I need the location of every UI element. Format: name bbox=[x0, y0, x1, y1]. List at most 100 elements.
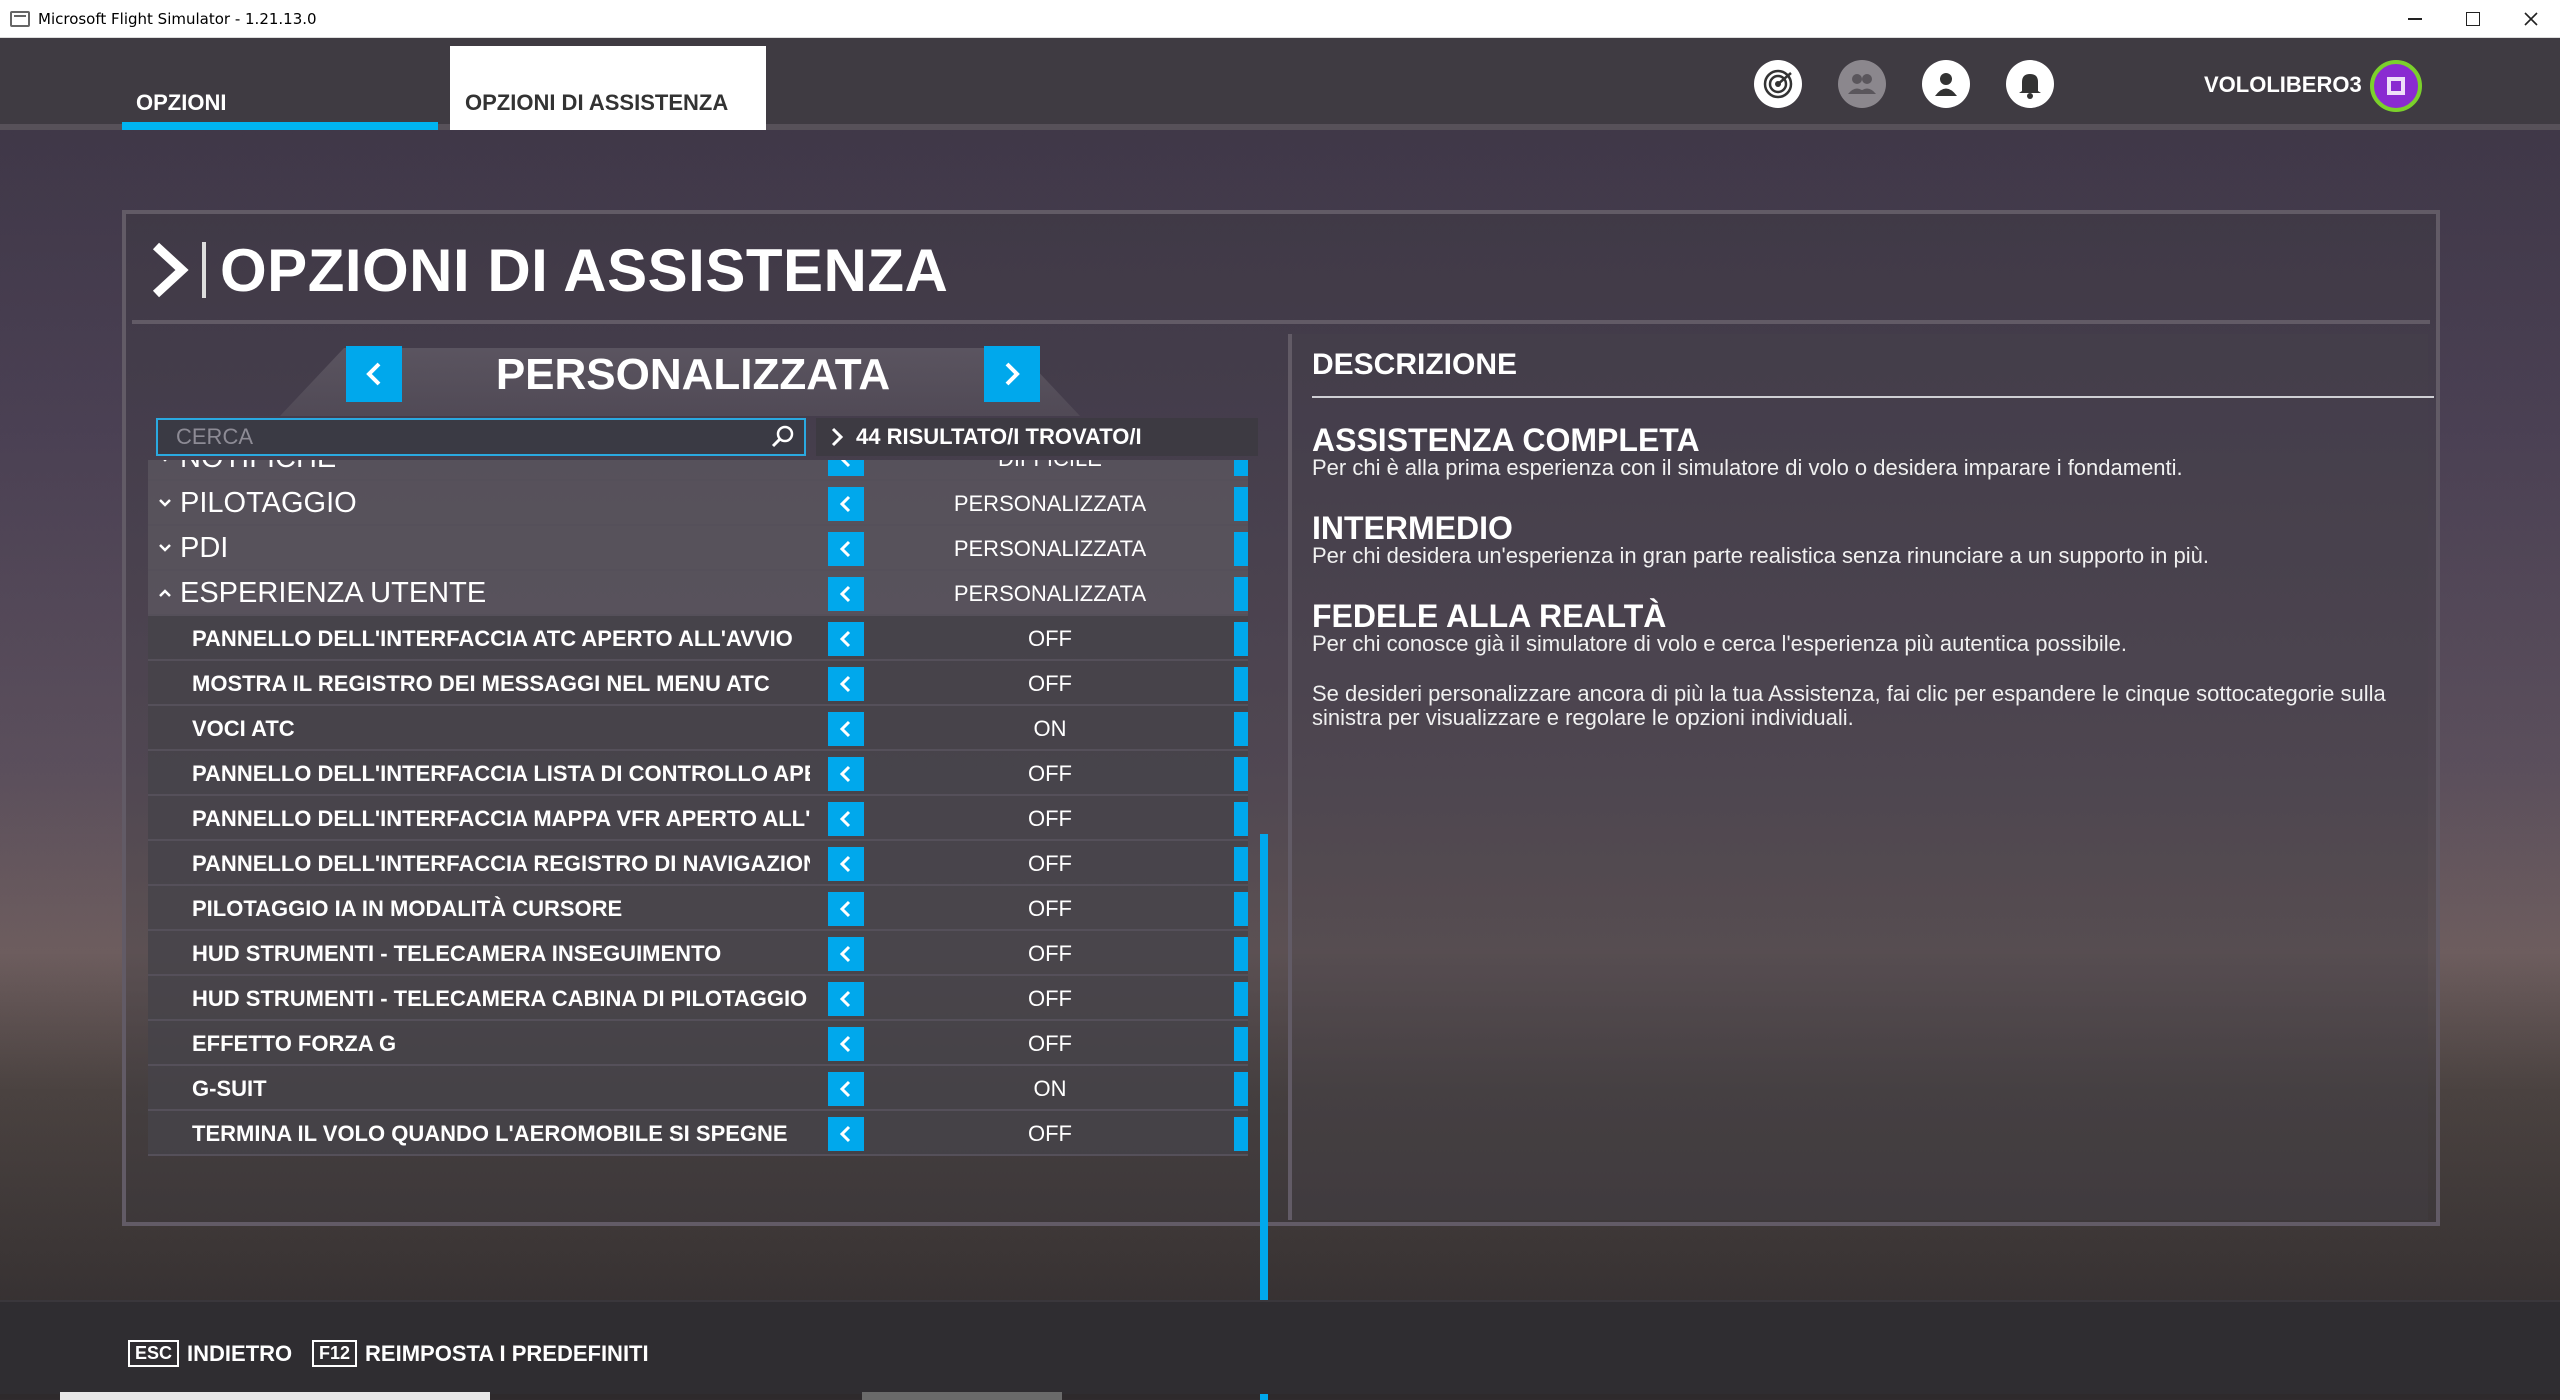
chevron-right-icon bbox=[1247, 633, 1248, 645]
option-row[interactable]: PANNELLO DELL'INTERFACCIA MAPPA VFR APER… bbox=[148, 796, 1248, 841]
value-next-button[interactable] bbox=[1234, 892, 1248, 926]
chevron-up-icon[interactable] bbox=[158, 571, 172, 616]
row-value: OFF bbox=[1028, 851, 1072, 876]
option-row[interactable]: PILOTAGGIO IA IN MODALITÀ CURSORE OFF bbox=[148, 886, 1248, 931]
value-next-button[interactable] bbox=[1234, 937, 1248, 971]
preset-prev-button[interactable] bbox=[346, 346, 402, 402]
value-prev-button[interactable] bbox=[828, 802, 864, 836]
value-prev-button[interactable] bbox=[828, 892, 864, 926]
value-next-button[interactable] bbox=[1234, 667, 1248, 701]
value-next-button[interactable] bbox=[1234, 757, 1248, 791]
value-next-button[interactable] bbox=[1234, 1072, 1248, 1106]
notifications-button[interactable] bbox=[2006, 60, 2054, 108]
row-label: PANNELLO DELL'INTERFACCIA MAPPA VFR APER… bbox=[192, 806, 810, 831]
chevron-right-icon bbox=[1247, 858, 1248, 870]
value-prev-button[interactable] bbox=[828, 667, 864, 701]
minimize-button[interactable] bbox=[2386, 0, 2444, 38]
option-row[interactable]: HUD STRUMENTI - TELECAMERA INSEGUIMENTO O… bbox=[148, 931, 1248, 976]
chevron-left-icon bbox=[366, 362, 381, 386]
chevron-left-icon bbox=[839, 1080, 851, 1098]
category-row[interactable]: PDI PERSONALIZZATA bbox=[148, 526, 1248, 571]
activity-button[interactable] bbox=[1754, 60, 1802, 108]
chevron-down-icon[interactable] bbox=[158, 526, 172, 571]
row-value: OFF bbox=[1028, 806, 1072, 831]
chevron-right-icon bbox=[1247, 768, 1248, 780]
option-row[interactable]: MOSTRA IL REGISTRO DEI MESSAGGI NEL MENU… bbox=[148, 661, 1248, 706]
tab-assistenza-label: OPZIONI DI ASSISTENZA bbox=[465, 90, 729, 115]
search-input[interactable] bbox=[158, 420, 768, 454]
options-column: PERSONALIZZATA 44 RISULTATO/I TROVATO/I … bbox=[136, 336, 1276, 1400]
value-next-button[interactable] bbox=[1234, 622, 1248, 656]
option-row[interactable]: PANNELLO DELL'INTERFACCIA REGISTRO DI NA… bbox=[148, 841, 1248, 886]
tab-opzioni-di-assistenza[interactable]: OPZIONI DI ASSISTENZA bbox=[450, 46, 766, 130]
search-icon[interactable] bbox=[768, 422, 798, 452]
chevron-down-icon[interactable] bbox=[158, 481, 172, 526]
results-count[interactable]: 44 RISULTATO/I TROVATO/I bbox=[816, 418, 1258, 456]
value-prev-button[interactable] bbox=[828, 847, 864, 881]
value-prev-button[interactable] bbox=[828, 487, 864, 521]
value-prev-button[interactable] bbox=[828, 937, 864, 971]
section-text-intermediate: Per chi desidera un'esperienza in gran p… bbox=[1312, 543, 2209, 568]
value-prev-button[interactable] bbox=[828, 712, 864, 746]
avatar[interactable] bbox=[2370, 60, 2422, 112]
top-navigation: OPZIONI OPZIONI DI ASSISTENZA VOLOLIBERO… bbox=[0, 38, 2560, 130]
chevron-right-icon bbox=[1247, 1128, 1248, 1140]
chevron-right-icon bbox=[1247, 1083, 1248, 1095]
bell-icon bbox=[2019, 74, 2041, 99]
options-list[interactable]: NOTIFICHE DIFFICILE PILOTAGGIO PERSONALIZZA… bbox=[148, 460, 1248, 1212]
option-row[interactable]: PANNELLO DELL'INTERFACCIA ATC APERTO ALL… bbox=[148, 616, 1248, 661]
option-row[interactable]: PANNELLO DELL'INTERFACCIA LISTA DI CONTR… bbox=[148, 751, 1248, 796]
section-title-true-to-life: FEDELE ALLA REALTÀ bbox=[1312, 598, 1667, 634]
reset-defaults-button[interactable]: F12 REIMPOSTA I PREDEFINITI bbox=[312, 1340, 649, 1367]
value-prev-button[interactable] bbox=[828, 1117, 864, 1151]
value-next-button[interactable] bbox=[1234, 577, 1248, 611]
option-row[interactable]: HUD STRUMENTI - TELECAMERA CABINA DI PIL… bbox=[148, 976, 1248, 1021]
value-prev-button[interactable] bbox=[828, 1027, 864, 1061]
window-titlebar: Microsoft Flight Simulator - 1.21.13.0 bbox=[0, 0, 2560, 38]
chevron-down-icon[interactable] bbox=[158, 460, 172, 481]
app-icon bbox=[10, 10, 30, 27]
friends-button[interactable] bbox=[1838, 60, 1886, 108]
category-row[interactable]: NOTIFICHE DIFFICILE bbox=[148, 460, 1248, 481]
value-next-button[interactable] bbox=[1234, 802, 1248, 836]
category-row[interactable]: PILOTAGGIO PERSONALIZZATA bbox=[148, 481, 1248, 526]
username[interactable]: VOLOLIBERO3 bbox=[2204, 72, 2362, 98]
reset-defaults-label: REIMPOSTA I PREDEFINITI bbox=[365, 1340, 649, 1366]
value-prev-button[interactable] bbox=[828, 1072, 864, 1106]
maximize-button[interactable] bbox=[2444, 0, 2502, 38]
category-row[interactable]: ESPERIENZA UTENTE PERSONALIZZATA bbox=[148, 571, 1248, 616]
chevron-right-icon bbox=[1005, 362, 1020, 386]
option-row[interactable]: TERMINA IL VOLO QUANDO L'AEROMOBILE SI S… bbox=[148, 1111, 1248, 1156]
row-value: PERSONALIZZATA bbox=[953, 491, 1147, 516]
taskbar-item-2 bbox=[862, 1392, 1062, 1400]
option-row[interactable]: EFFETTO FORZA G OFF bbox=[148, 1021, 1248, 1066]
value-prev-button[interactable] bbox=[828, 622, 864, 656]
row-label: PDI bbox=[180, 532, 229, 564]
value-prev-button[interactable] bbox=[828, 982, 864, 1016]
value-next-button[interactable] bbox=[1234, 1117, 1248, 1151]
value-prev-button[interactable] bbox=[828, 757, 864, 791]
profile-button[interactable] bbox=[1922, 60, 1970, 108]
option-row[interactable]: VOCI ATC ON bbox=[148, 706, 1248, 751]
value-next-button[interactable] bbox=[1234, 982, 1248, 1016]
row-value: ON bbox=[1033, 716, 1067, 741]
option-row[interactable]: G-SUIT ON bbox=[148, 1066, 1248, 1111]
row-label: PILOTAGGIO bbox=[180, 487, 357, 519]
value-prev-button[interactable] bbox=[828, 577, 864, 611]
chevron-right-icon bbox=[152, 242, 189, 298]
value-next-button[interactable] bbox=[1234, 1027, 1248, 1061]
value-next-button[interactable] bbox=[1234, 847, 1248, 881]
value-next-button[interactable] bbox=[1234, 532, 1248, 566]
value-next-button[interactable] bbox=[1234, 487, 1248, 521]
friends-icon bbox=[1848, 74, 1876, 94]
row-value: OFF bbox=[1028, 671, 1072, 696]
value-prev-button[interactable] bbox=[828, 532, 864, 566]
section-text-true-to-life: Per chi conosce già il simulatore di vol… bbox=[1312, 631, 2127, 656]
close-window-button[interactable] bbox=[2502, 0, 2560, 38]
value-next-button[interactable] bbox=[1234, 712, 1248, 746]
value-next-button[interactable] bbox=[1234, 460, 1248, 476]
preset-next-button[interactable] bbox=[984, 346, 1040, 402]
value-prev-button[interactable] bbox=[828, 460, 864, 476]
tab-opzioni[interactable]: OPZIONI bbox=[122, 46, 438, 130]
back-button[interactable]: ESC INDIETRO bbox=[128, 1340, 292, 1367]
